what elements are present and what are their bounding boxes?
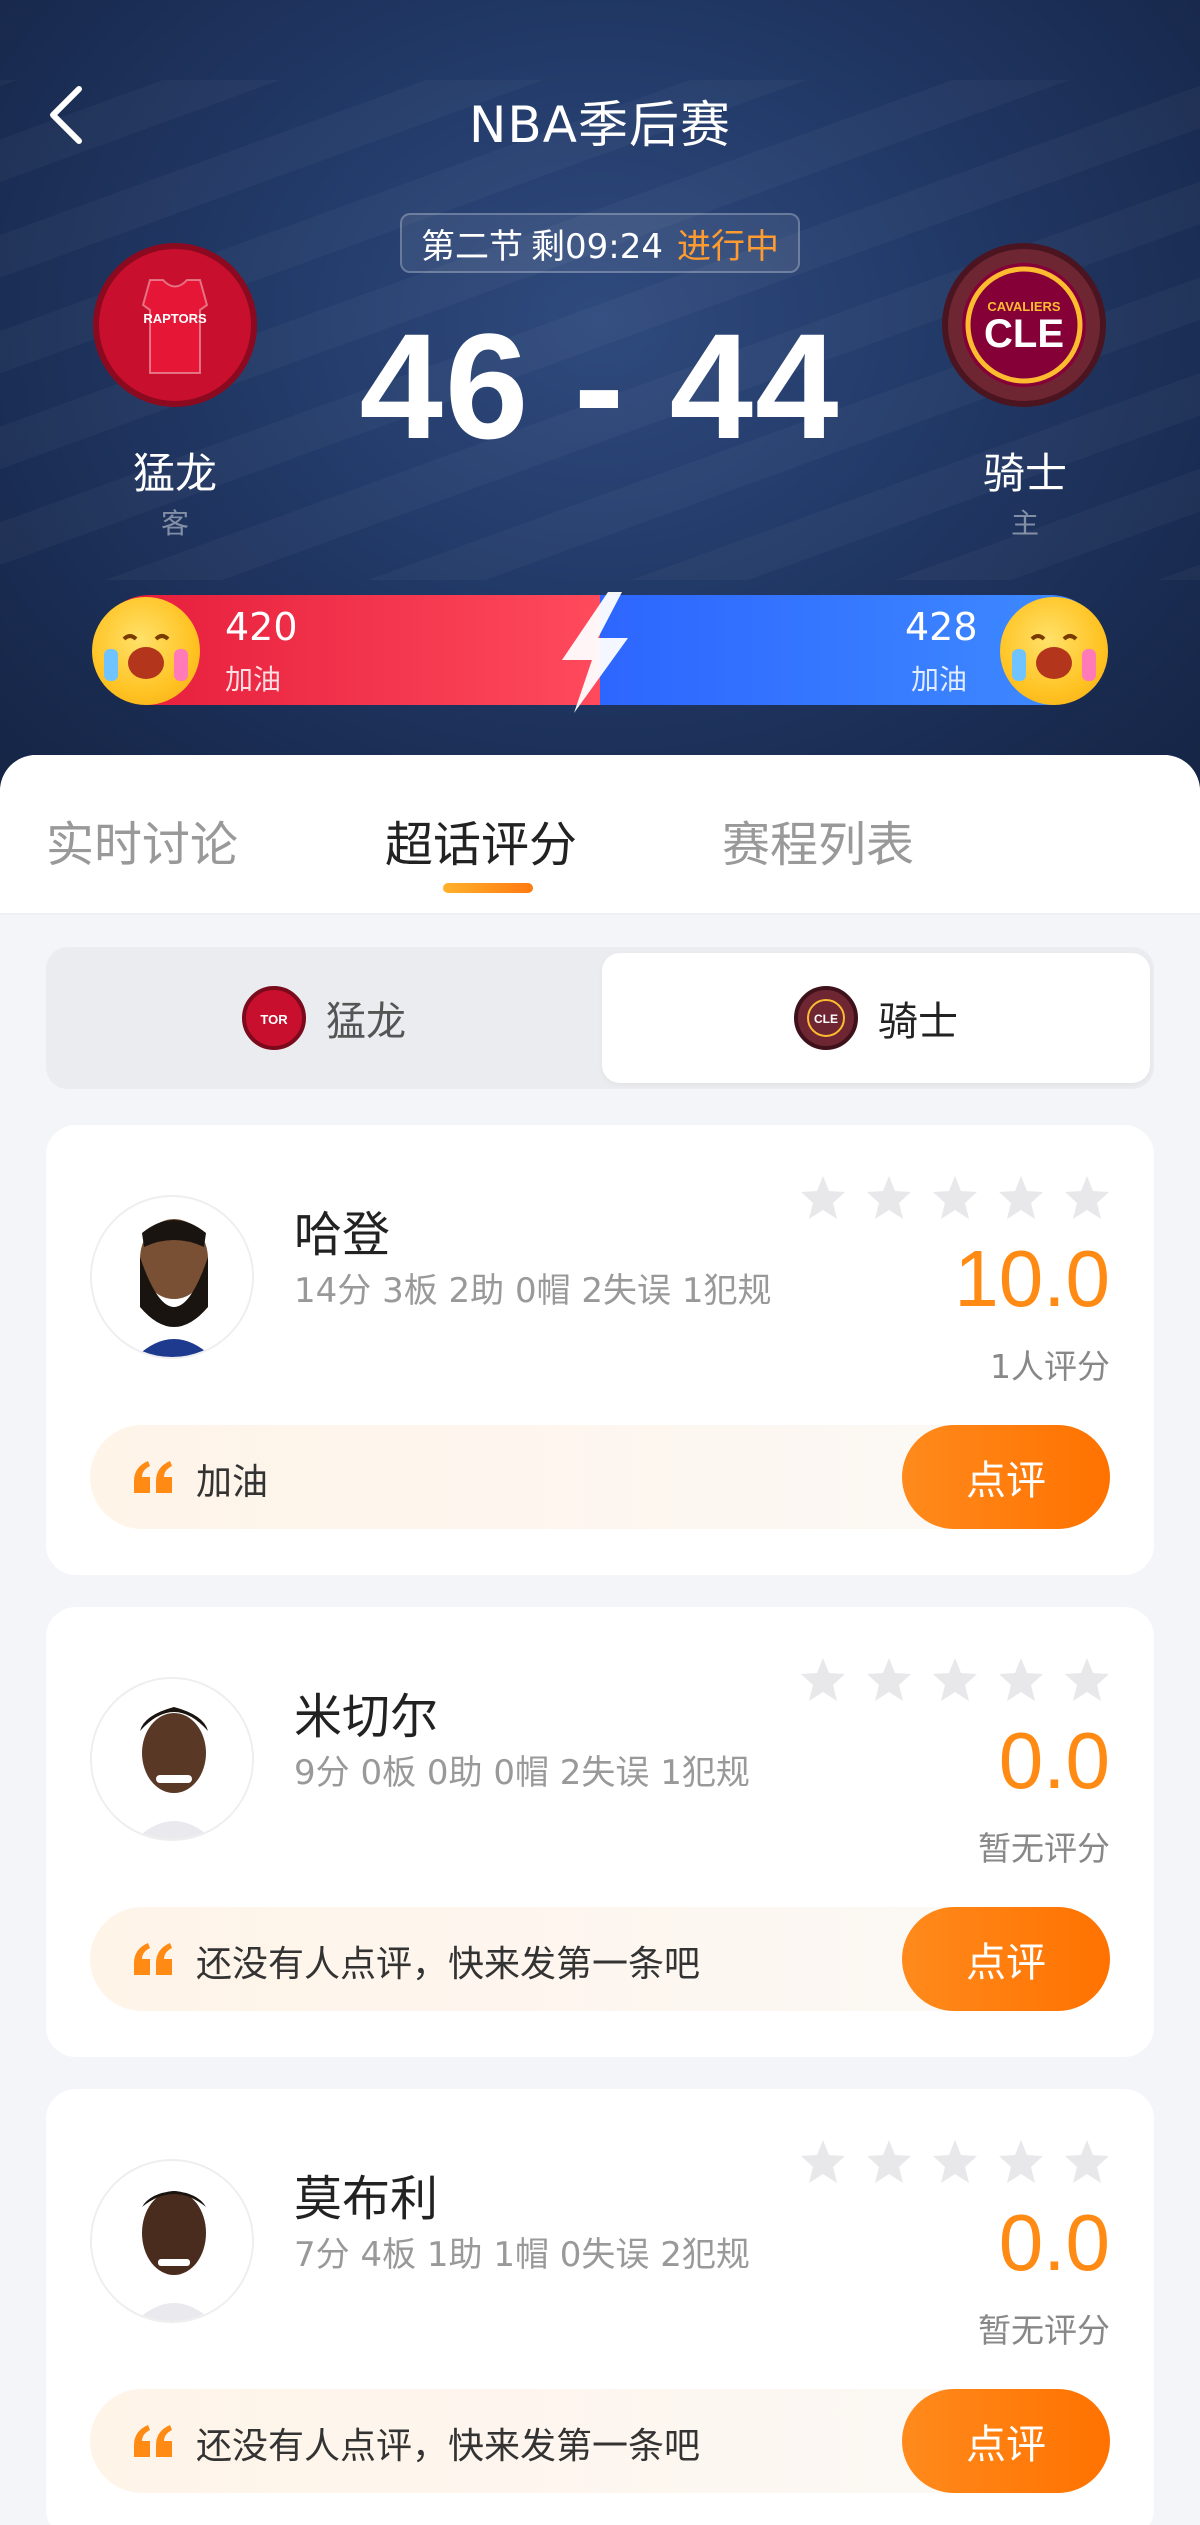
- team-option-cavaliers[interactable]: CLE 骑士: [602, 953, 1150, 1083]
- review-button[interactable]: 点评: [902, 1907, 1110, 2011]
- star-icon[interactable]: [930, 1173, 980, 1223]
- player-name: 米切尔: [294, 1689, 439, 1745]
- star-rating[interactable]: [798, 1173, 1112, 1223]
- player-stats: 14分 3板 2助 0帽 2失误 1犯规: [294, 1271, 772, 1311]
- away-cheer-label: 加油: [225, 663, 282, 696]
- lightning-bolt-icon: [562, 592, 628, 713]
- svg-text:CLE: CLE: [814, 1012, 838, 1026]
- quote-icon: [134, 1943, 172, 1975]
- svg-text:RAPTORS: RAPTORS: [143, 311, 207, 326]
- home-cheer-button[interactable]: [1000, 597, 1108, 705]
- player-stats: 9分 0板 0助 0帽 2失误 1犯规: [294, 1753, 750, 1793]
- page-title: NBA季后赛: [469, 96, 731, 154]
- player-name: 哈登: [294, 1207, 391, 1263]
- star-icon[interactable]: [1062, 1173, 1112, 1223]
- home-cheer-count: 428: [905, 605, 978, 649]
- star-rating[interactable]: [798, 2137, 1112, 2187]
- star-icon[interactable]: [864, 1655, 914, 1705]
- home-team-logo[interactable]: CAVALIERS CLE: [942, 243, 1106, 407]
- star-icon[interactable]: [996, 1173, 1046, 1223]
- rating-count: 暂无评分: [978, 1829, 1110, 1868]
- cavaliers-logo-icon: CAVALIERS CLE: [962, 263, 1086, 387]
- tab-schedule[interactable]: 赛程列表: [722, 805, 914, 875]
- player-rating-score: 0.0: [998, 1716, 1110, 1805]
- away-cheer-button[interactable]: [92, 597, 200, 705]
- player-card: 哈登 14分 3板 2助 0帽 2失误 1犯规 10.0 1人评分 加油 点评: [46, 1125, 1154, 1575]
- tab-player-rating[interactable]: 超话评分: [385, 805, 577, 875]
- cavaliers-logo-icon: CLE: [794, 986, 858, 1050]
- comment-text: 加油: [196, 1462, 269, 1503]
- star-icon[interactable]: [864, 2137, 914, 2187]
- player-avatar[interactable]: [90, 1195, 254, 1359]
- comment-text: 还没有人点评，快来发第一条吧: [196, 1944, 701, 1985]
- cheering-emoji-icon: [104, 634, 188, 681]
- review-button[interactable]: 点评: [902, 2389, 1110, 2493]
- star-icon[interactable]: [798, 1173, 848, 1223]
- team-option-raptors[interactable]: TOR 猛龙: [50, 953, 598, 1083]
- home-cheer-label: 加油: [911, 663, 968, 696]
- star-icon[interactable]: [798, 1655, 848, 1705]
- quote-icon: [134, 1461, 172, 1493]
- quote-icon: [134, 2425, 172, 2457]
- player-rating-score: 0.0: [998, 2198, 1110, 2287]
- game-clock: 剩09:24: [531, 226, 663, 267]
- svg-text:TOR: TOR: [260, 1012, 288, 1027]
- team-switcher: TOR 猛龙 CLE 骑士: [46, 947, 1154, 1089]
- star-icon[interactable]: [1062, 1655, 1112, 1705]
- review-button[interactable]: 点评: [902, 1425, 1110, 1529]
- game-status-badge: 第二节 剩09:24 进行中: [400, 213, 800, 273]
- svg-text:CLE: CLE: [984, 312, 1064, 356]
- player-avatar[interactable]: [90, 2159, 254, 2323]
- rating-count: 1人评分: [990, 1347, 1110, 1386]
- star-icon[interactable]: [864, 1173, 914, 1223]
- team-option-label: 骑士: [878, 999, 958, 1045]
- raptors-jersey-icon: RAPTORS: [141, 279, 209, 374]
- star-icon[interactable]: [798, 2137, 848, 2187]
- active-tab-indicator: [443, 883, 533, 893]
- rating-count: 暂无评分: [978, 2311, 1110, 2350]
- team-option-label: 猛龙: [326, 999, 406, 1045]
- live-status: 进行中: [676, 226, 779, 267]
- comment-text: 还没有人点评，快来发第一条吧: [196, 2426, 701, 2467]
- player-rating-score: 10.0: [954, 1234, 1110, 1323]
- cheering-emoji-icon: [1012, 634, 1096, 681]
- home-team-name: 骑士: [982, 449, 1067, 498]
- away-cheer-count: 420: [225, 605, 298, 649]
- star-icon[interactable]: [996, 1655, 1046, 1705]
- home-team-role: 主: [1010, 507, 1039, 540]
- star-icon[interactable]: [996, 2137, 1046, 2187]
- star-icon[interactable]: [1062, 2137, 1112, 2187]
- player-avatar[interactable]: [90, 1677, 254, 1841]
- away-team-role: 客: [160, 507, 189, 540]
- star-rating[interactable]: [798, 1655, 1112, 1705]
- player-card: 米切尔 9分 0板 0助 0帽 2失误 1犯规 0.0 暂无评分 还没有人点评，…: [46, 1607, 1154, 2057]
- scoreboard: 46 - 44: [359, 302, 841, 470]
- player-stats: 7分 4板 1助 1帽 0失误 2犯规: [294, 2235, 750, 2275]
- match-header: NBA季后赛 第二节 剩09:24 进行中 RAPTORS 猛龙 客 46 - …: [0, 0, 1200, 800]
- tab-bar: 实时讨论 超话评分 赛程列表: [0, 755, 1200, 915]
- content-sheet: 实时讨论 超话评分 赛程列表 TOR 猛龙 CLE 骑士 哈登 14分 3板 2…: [0, 755, 1200, 2525]
- raptors-logo-icon: TOR: [242, 986, 306, 1050]
- player-card: 莫布利 7分 4板 1助 1帽 0失误 2犯规 0.0 暂无评分 还没有人点评，…: [46, 2089, 1154, 2525]
- away-team-logo[interactable]: RAPTORS: [93, 243, 257, 407]
- game-period: 第二节: [421, 226, 523, 267]
- tab-live-discussion[interactable]: 实时讨论: [46, 805, 238, 875]
- star-icon[interactable]: [930, 1655, 980, 1705]
- player-name: 莫布利: [294, 2171, 439, 2227]
- star-icon[interactable]: [930, 2137, 980, 2187]
- away-team-name: 猛龙: [132, 449, 217, 498]
